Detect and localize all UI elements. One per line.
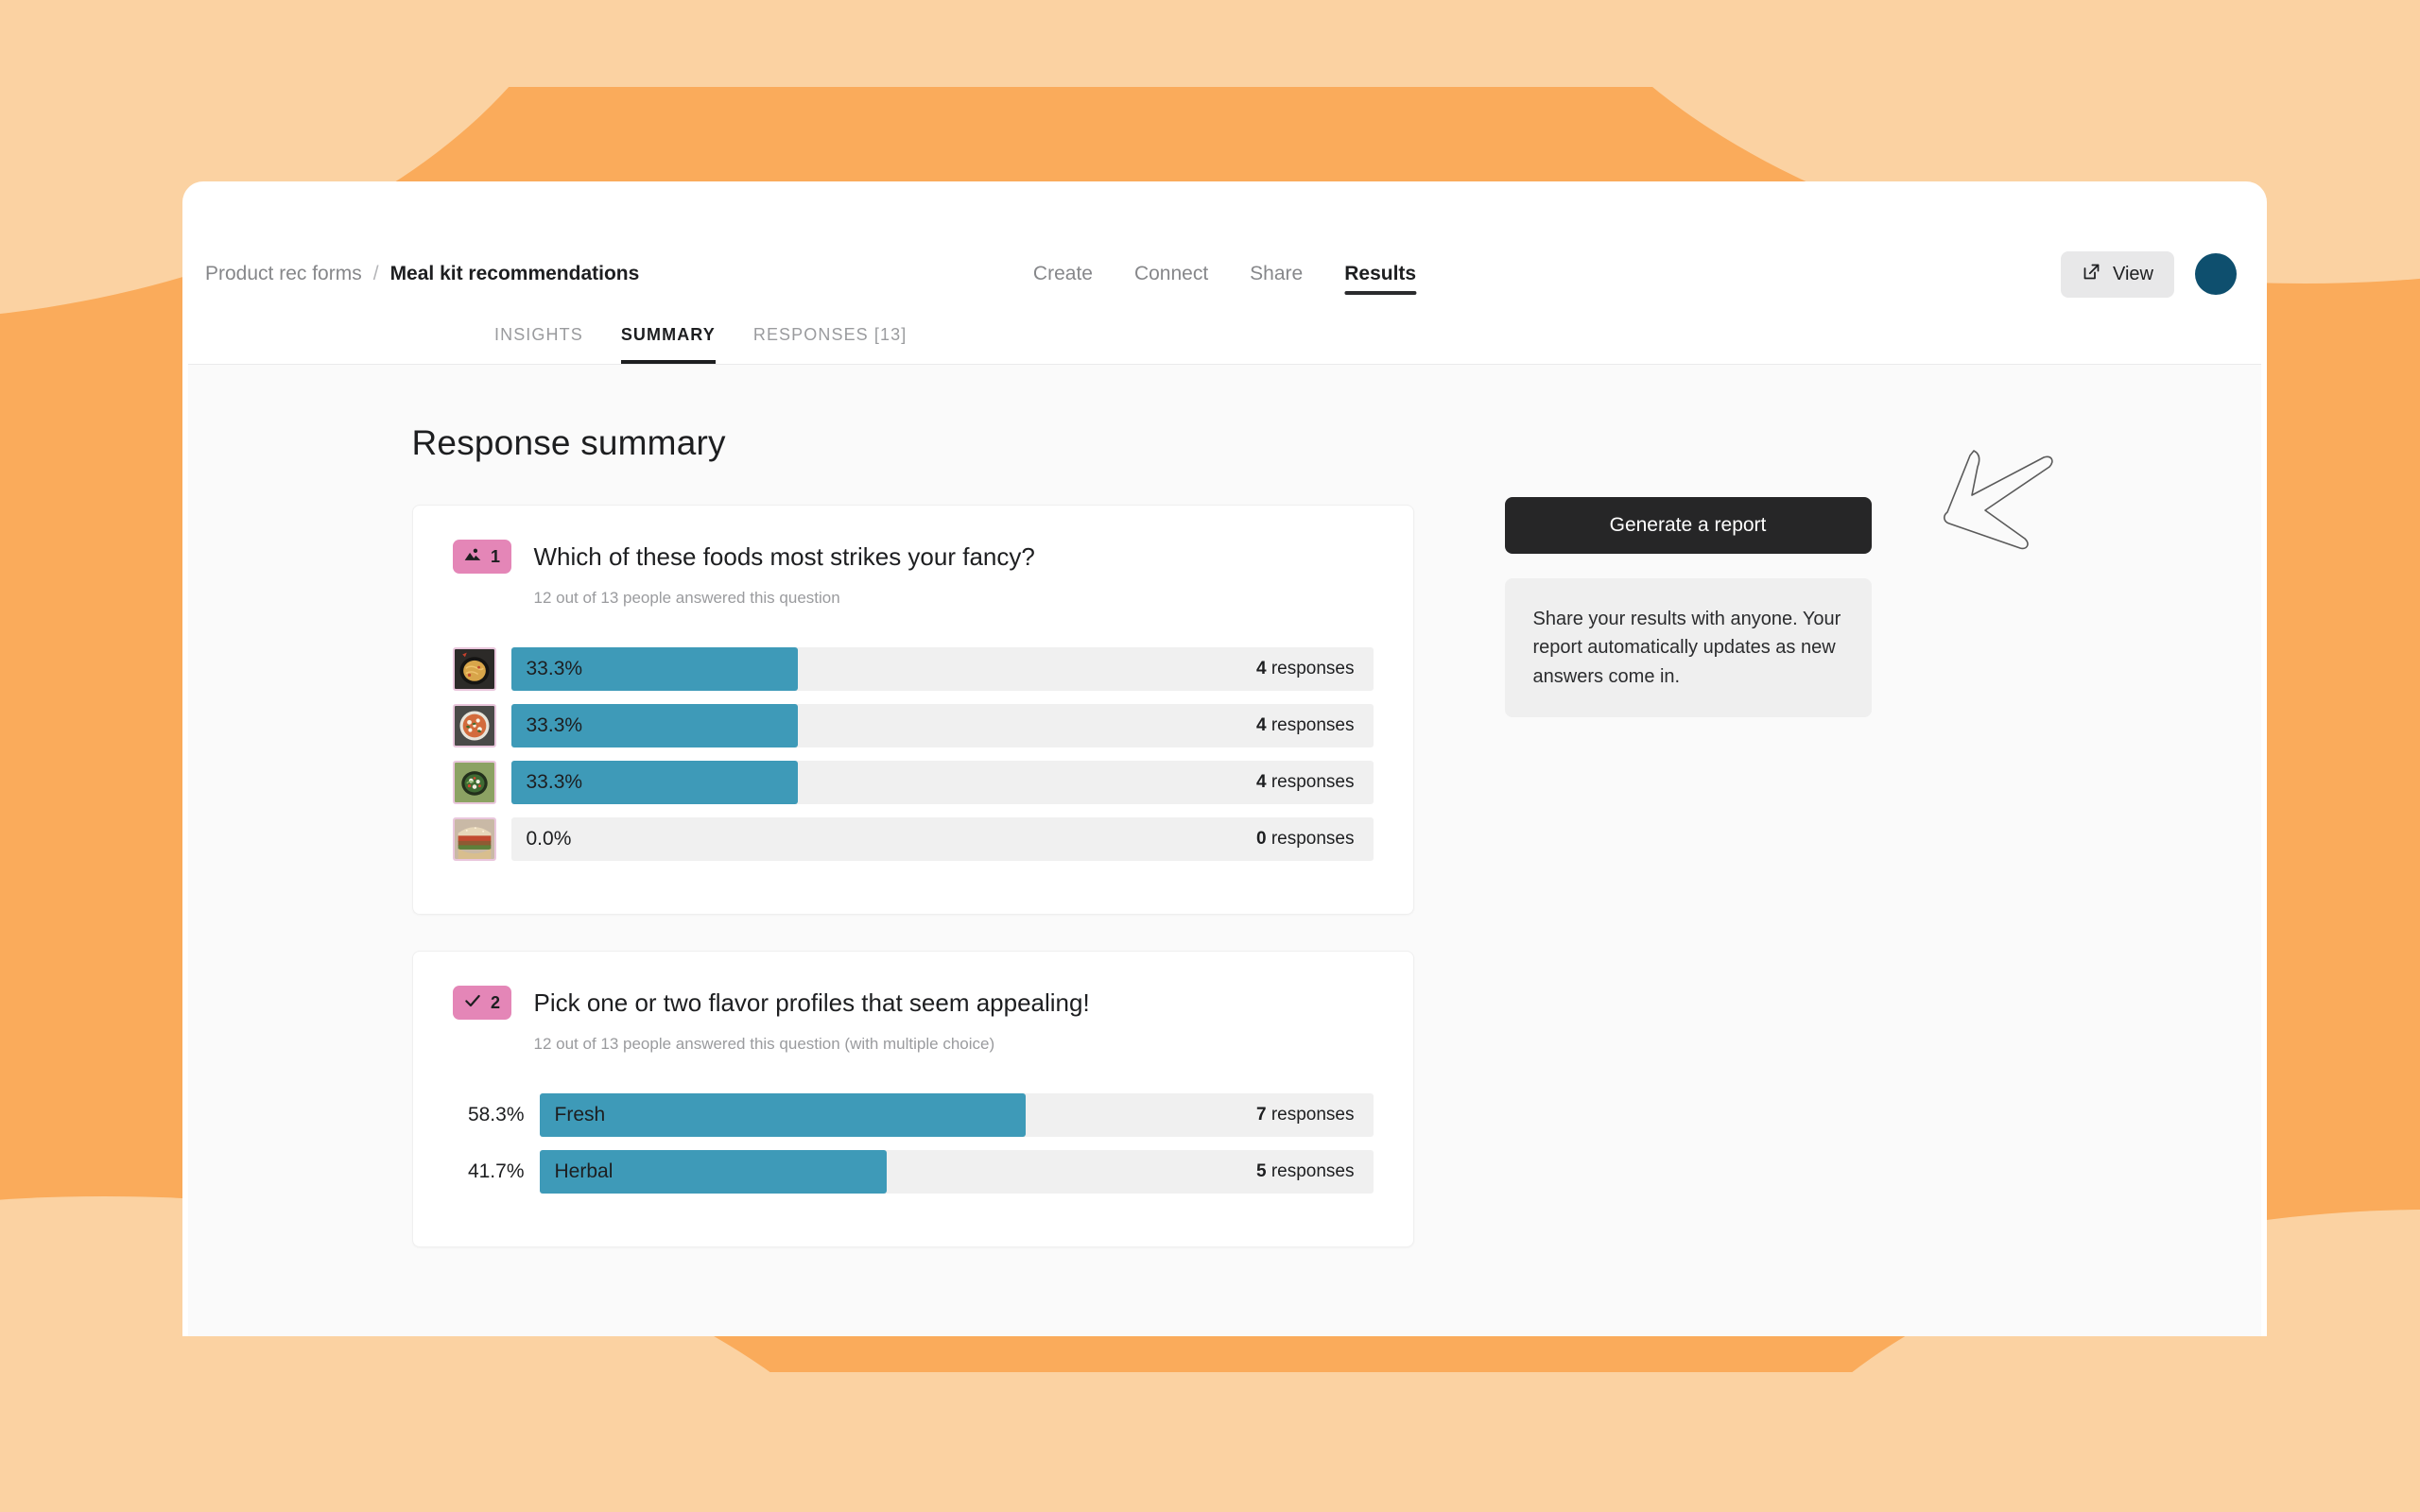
bar-row: 58.3% Fresh 7 responses bbox=[453, 1093, 1374, 1137]
bar-response-count: 7 responses bbox=[1255, 1105, 1355, 1125]
window-titlebar bbox=[188, 187, 2261, 242]
bar-row: 41.7% Herbal 5 responses bbox=[453, 1150, 1374, 1194]
bar-percentage: 58.3% bbox=[467, 1104, 525, 1125]
option-thumbnail-pizza[interactable] bbox=[452, 704, 496, 747]
bar-track: 33.3% 4 responses bbox=[510, 647, 1374, 691]
nav-item-share[interactable]: Share bbox=[1250, 242, 1303, 306]
question-title-1: Which of these foods most strikes your f… bbox=[533, 541, 1035, 571]
question-header-1: 1 Which of these foods most strikes your… bbox=[452, 540, 1374, 574]
bar-chart-2: 58.3% Fresh 7 responses 41.7% Herbal 5 r… bbox=[453, 1093, 1374, 1194]
question-badge-2: 2 bbox=[452, 986, 511, 1020]
page-title: Response summary bbox=[411, 423, 726, 462]
window-dot-close[interactable] bbox=[218, 203, 241, 226]
nav-item-create[interactable]: Create bbox=[1033, 242, 1093, 306]
tab-summary[interactable]: SUMMARY bbox=[620, 306, 716, 364]
bar-percentage: 33.3% bbox=[526, 658, 583, 679]
bar-option-label: Fresh bbox=[554, 1104, 606, 1125]
window-dot-minimize[interactable] bbox=[260, 203, 283, 226]
bar-option-label: Herbal bbox=[554, 1160, 614, 1182]
content-area: Response summary 1 Which of these foods … bbox=[188, 365, 2261, 1336]
image-icon bbox=[463, 545, 482, 569]
question-card-1: 1 Which of these foods most strikes your… bbox=[411, 505, 1414, 915]
checkmark-icon bbox=[463, 991, 482, 1015]
bar-track: 33.3% 4 responses bbox=[510, 704, 1374, 747]
bar-track: 33.3% 4 responses bbox=[510, 761, 1374, 804]
bar-percentage: 41.7% bbox=[467, 1160, 525, 1182]
report-note: Share your results with anyone. Your rep… bbox=[1504, 578, 1872, 718]
breadcrumb-separator: / bbox=[372, 263, 379, 284]
window-dot-maximize[interactable] bbox=[302, 203, 324, 226]
main-navigation: Create Connect Share Results bbox=[1033, 242, 1416, 306]
question-header-2: 2 Pick one or two flavor profiles that s… bbox=[452, 986, 1374, 1020]
report-sidebar: Generate a report Share your results wit… bbox=[1504, 423, 1872, 1283]
tab-insights[interactable]: INSIGHTS bbox=[494, 306, 583, 364]
breadcrumb: Product rec forms / Meal kit recommendat… bbox=[205, 263, 639, 285]
bar-row: 0.0% 0 responses bbox=[452, 817, 1374, 861]
question-title-2: Pick one or two flavor profiles that see… bbox=[533, 988, 1090, 1017]
bar-row: 33.3% 4 responses bbox=[452, 761, 1374, 804]
generate-report-button[interactable]: Generate a report bbox=[1504, 497, 1872, 554]
avatar[interactable] bbox=[2195, 253, 2237, 295]
app-topbar: Product rec forms / Meal kit recommendat… bbox=[188, 242, 2261, 306]
bar-response-count: 4 responses bbox=[1255, 715, 1355, 735]
breadcrumb-current: Meal kit recommendations bbox=[389, 263, 640, 284]
nav-item-results[interactable]: Results bbox=[1344, 242, 1416, 306]
content-inner: Response summary 1 Which of these foods … bbox=[411, 423, 2038, 1283]
nav-item-connect[interactable]: Connect bbox=[1134, 242, 1208, 306]
browser-window: Product rec forms / Meal kit recommendat… bbox=[182, 181, 2267, 1336]
question-subtitle-1: 12 out of 13 people answered this questi… bbox=[533, 589, 840, 607]
bar-response-count: 0 responses bbox=[1255, 829, 1355, 849]
bar-percentage: 33.3% bbox=[526, 771, 583, 793]
sub-tabs: INSIGHTS SUMMARY RESPONSES [13] bbox=[188, 306, 2261, 365]
bar-row: 33.3% 4 responses bbox=[452, 647, 1374, 691]
option-thumbnail-burger[interactable] bbox=[452, 817, 496, 861]
external-link-icon bbox=[2082, 262, 2101, 287]
bar-track: Herbal 5 responses bbox=[539, 1150, 1374, 1194]
bar-track: Fresh 7 responses bbox=[539, 1093, 1374, 1137]
bar-fill bbox=[539, 1093, 1026, 1137]
question-number-1: 1 bbox=[490, 546, 500, 566]
question-number-2: 2 bbox=[490, 992, 500, 1012]
view-button[interactable]: View bbox=[2061, 250, 2174, 298]
bar-row: 33.3% 4 responses bbox=[452, 704, 1374, 747]
topbar-right-group: View bbox=[2061, 250, 2237, 298]
option-thumbnail-noodles[interactable] bbox=[452, 647, 496, 691]
view-button-label: View bbox=[2113, 263, 2153, 284]
option-thumbnail-salad[interactable] bbox=[452, 761, 496, 804]
bar-response-count: 5 responses bbox=[1255, 1161, 1355, 1181]
bar-percentage: 0.0% bbox=[526, 828, 572, 850]
summary-column: Response summary 1 Which of these foods … bbox=[411, 423, 1414, 1283]
bar-percentage: 33.3% bbox=[526, 714, 583, 736]
window-body: Product rec forms / Meal kit recommendat… bbox=[188, 242, 2261, 1336]
tab-responses[interactable]: RESPONSES [13] bbox=[753, 306, 907, 364]
breadcrumb-root[interactable]: Product rec forms bbox=[205, 263, 362, 285]
bar-chart-1: 33.3% 4 responses 33.3% 4 responses 33.3… bbox=[452, 647, 1374, 861]
bar-response-count: 4 responses bbox=[1255, 659, 1355, 679]
bar-response-count: 4 responses bbox=[1255, 772, 1355, 792]
bar-track: 0.0% 0 responses bbox=[510, 817, 1374, 861]
question-card-2: 2 Pick one or two flavor profiles that s… bbox=[411, 951, 1414, 1247]
page-background: Product rec forms / Meal kit recommendat… bbox=[0, 0, 2420, 1512]
question-badge-1: 1 bbox=[452, 540, 511, 574]
question-subtitle-2: 12 out of 13 people answered this questi… bbox=[533, 1035, 995, 1053]
